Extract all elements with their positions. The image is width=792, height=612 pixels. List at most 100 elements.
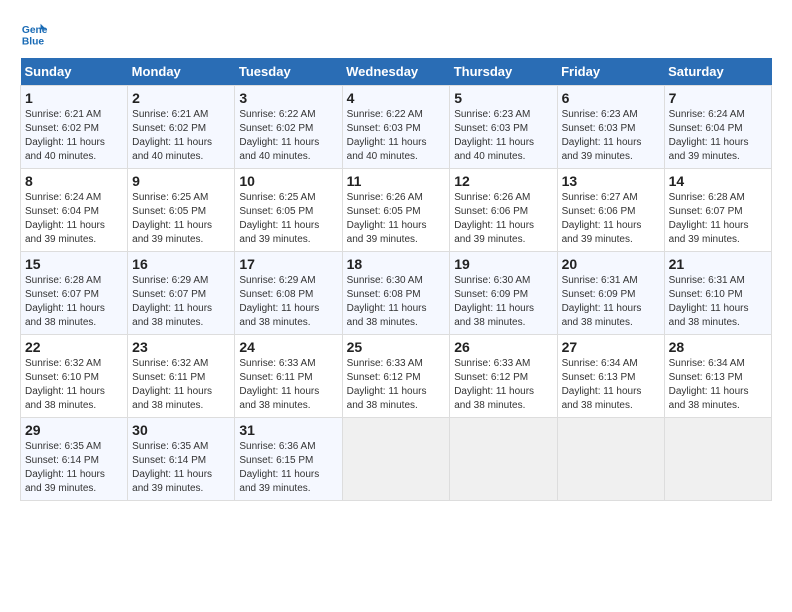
calendar-day-cell: 7 Sunrise: 6:24 AM Sunset: 6:04 PM Daylig…	[664, 86, 771, 169]
day-info: Sunrise: 6:23 AM Sunset: 6:03 PM Dayligh…	[454, 108, 552, 164]
calendar-day-cell: 9Sunrise: 6:25 AM Sunset: 6:05 PM Daylig…	[128, 169, 235, 252]
logo-icon: General Blue	[20, 20, 48, 48]
calendar-day-cell: 19Sunrise: 6:30 AM Sunset: 6:09 PM Dayli…	[450, 252, 557, 335]
day-number: 30	[132, 422, 230, 438]
day-info: Sunrise: 6:35 AM Sunset: 6:14 PM Dayligh…	[132, 440, 230, 496]
header-cell-sunday: Sunday	[21, 58, 128, 86]
calendar-day-cell: 28 Sunrise: 6:34 AM Sunset: 6:13 PM Dayli…	[664, 335, 771, 418]
calendar-week-row: 29 Sunrise: 6:35 AM Sunset: 6:14 PM Dayli…	[21, 418, 772, 501]
day-number: 25	[347, 339, 446, 355]
calendar-week-row: 22 Sunrise: 6:32 AM Sunset: 6:10 PM Dayli…	[21, 335, 772, 418]
day-number: 3	[239, 90, 337, 106]
day-info: Sunrise: 6:23 AM Sunset: 6:03 PM Dayligh…	[562, 108, 660, 164]
day-number: 17	[239, 256, 337, 272]
day-info: Sunrise: 6:26 AM Sunset: 6:06 PM Dayligh…	[454, 191, 552, 247]
day-info: Sunrise: 6:34 AM Sunset: 6:13 PM Dayligh…	[562, 357, 660, 413]
calendar-day-cell: 18 Sunrise: 6:30 AM Sunset: 6:08 PM Dayli…	[342, 252, 450, 335]
empty-cell	[664, 418, 771, 501]
calendar-day-cell: 10Sunrise: 6:25 AM Sunset: 6:05 PM Dayli…	[235, 169, 342, 252]
empty-cell	[450, 418, 557, 501]
day-number: 8	[25, 173, 123, 189]
header-cell-saturday: Saturday	[664, 58, 771, 86]
calendar-day-cell: 22 Sunrise: 6:32 AM Sunset: 6:10 PM Dayli…	[21, 335, 128, 418]
calendar-week-row: 15 Sunrise: 6:28 AM Sunset: 6:07 PM Dayli…	[21, 252, 772, 335]
header-row: SundayMondayTuesdayWednesdayThursdayFrid…	[21, 58, 772, 86]
day-info: Sunrise: 6:24 AM Sunset: 6:04 PM Dayligh…	[25, 191, 123, 247]
day-info: Sunrise: 6:25 AM Sunset: 6:05 PM Dayligh…	[239, 191, 337, 247]
day-number: 7	[669, 90, 767, 106]
day-info: Sunrise: 6:34 AM Sunset: 6:13 PM Dayligh…	[669, 357, 767, 413]
day-info: Sunrise: 6:22 AM Sunset: 6:02 PM Dayligh…	[239, 108, 337, 164]
calendar-day-cell: 3 Sunrise: 6:22 AM Sunset: 6:02 PM Daylig…	[235, 86, 342, 169]
day-number: 2	[132, 90, 230, 106]
day-info: Sunrise: 6:31 AM Sunset: 6:09 PM Dayligh…	[562, 274, 660, 330]
day-number: 13	[562, 173, 660, 189]
calendar-day-cell: 15 Sunrise: 6:28 AM Sunset: 6:07 PM Dayli…	[21, 252, 128, 335]
calendar-day-cell: 20 Sunrise: 6:31 AM Sunset: 6:09 PM Dayli…	[557, 252, 664, 335]
header-cell-tuesday: Tuesday	[235, 58, 342, 86]
calendar-day-cell: 5 Sunrise: 6:23 AM Sunset: 6:03 PM Daylig…	[450, 86, 557, 169]
day-info: Sunrise: 6:33 AM Sunset: 6:11 PM Dayligh…	[239, 357, 337, 413]
day-info: Sunrise: 6:33 AM Sunset: 6:12 PM Dayligh…	[347, 357, 446, 413]
day-info: Sunrise: 6:26 AM Sunset: 6:05 PM Dayligh…	[347, 191, 446, 247]
day-info: Sunrise: 6:22 AM Sunset: 6:03 PM Dayligh…	[347, 108, 446, 164]
day-number: 6	[562, 90, 660, 106]
calendar-day-cell: 21Sunrise: 6:31 AM Sunset: 6:10 PM Dayli…	[664, 252, 771, 335]
day-info: Sunrise: 6:30 AM Sunset: 6:08 PM Dayligh…	[347, 274, 446, 330]
calendar-day-cell: 12Sunrise: 6:26 AM Sunset: 6:06 PM Dayli…	[450, 169, 557, 252]
day-number: 27	[562, 339, 660, 355]
header-cell-thursday: Thursday	[450, 58, 557, 86]
day-info: Sunrise: 6:33 AM Sunset: 6:12 PM Dayligh…	[454, 357, 552, 413]
day-number: 24	[239, 339, 337, 355]
day-number: 18	[347, 256, 446, 272]
calendar-day-cell: 2 Sunrise: 6:21 AM Sunset: 6:02 PM Daylig…	[128, 86, 235, 169]
day-info: Sunrise: 6:27 AM Sunset: 6:06 PM Dayligh…	[562, 191, 660, 247]
empty-cell	[342, 418, 450, 501]
day-number: 29	[25, 422, 123, 438]
calendar-day-cell: 11 Sunrise: 6:26 AM Sunset: 6:05 PM Dayli…	[342, 169, 450, 252]
day-info: Sunrise: 6:29 AM Sunset: 6:08 PM Dayligh…	[239, 274, 337, 330]
day-info: Sunrise: 6:28 AM Sunset: 6:07 PM Dayligh…	[669, 191, 767, 247]
calendar-day-cell: 23Sunrise: 6:32 AM Sunset: 6:11 PM Dayli…	[128, 335, 235, 418]
day-number: 31	[239, 422, 337, 438]
header: General Blue	[20, 20, 772, 48]
calendar-day-cell: 8 Sunrise: 6:24 AM Sunset: 6:04 PM Daylig…	[21, 169, 128, 252]
calendar-week-row: 1 Sunrise: 6:21 AM Sunset: 6:02 PM Daylig…	[21, 86, 772, 169]
day-info: Sunrise: 6:21 AM Sunset: 6:02 PM Dayligh…	[132, 108, 230, 164]
calendar-day-cell: 1 Sunrise: 6:21 AM Sunset: 6:02 PM Daylig…	[21, 86, 128, 169]
calendar-day-cell: 30 Sunrise: 6:35 AM Sunset: 6:14 PM Dayli…	[128, 418, 235, 501]
day-number: 15	[25, 256, 123, 272]
calendar-week-row: 8 Sunrise: 6:24 AM Sunset: 6:04 PM Daylig…	[21, 169, 772, 252]
day-number: 4	[347, 90, 446, 106]
day-info: Sunrise: 6:36 AM Sunset: 6:15 PM Dayligh…	[239, 440, 337, 496]
calendar-day-cell: 4 Sunrise: 6:22 AM Sunset: 6:03 PM Daylig…	[342, 86, 450, 169]
calendar-day-cell: 31 Sunrise: 6:36 AM Sunset: 6:15 PM Dayli…	[235, 418, 342, 501]
calendar-day-cell: 6 Sunrise: 6:23 AM Sunset: 6:03 PM Daylig…	[557, 86, 664, 169]
calendar-day-cell: 24 Sunrise: 6:33 AM Sunset: 6:11 PM Dayli…	[235, 335, 342, 418]
day-number: 26	[454, 339, 552, 355]
day-info: Sunrise: 6:24 AM Sunset: 6:04 PM Dayligh…	[669, 108, 767, 164]
calendar-day-cell: 13 Sunrise: 6:27 AM Sunset: 6:06 PM Dayli…	[557, 169, 664, 252]
calendar-day-cell: 29 Sunrise: 6:35 AM Sunset: 6:14 PM Dayli…	[21, 418, 128, 501]
day-info: Sunrise: 6:32 AM Sunset: 6:11 PM Dayligh…	[132, 357, 230, 413]
empty-cell	[557, 418, 664, 501]
day-number: 5	[454, 90, 552, 106]
day-info: Sunrise: 6:21 AM Sunset: 6:02 PM Dayligh…	[25, 108, 123, 164]
day-info: Sunrise: 6:35 AM Sunset: 6:14 PM Dayligh…	[25, 440, 123, 496]
day-number: 22	[25, 339, 123, 355]
day-number: 9	[132, 173, 230, 189]
day-number: 14	[669, 173, 767, 189]
day-number: 28	[669, 339, 767, 355]
header-cell-wednesday: Wednesday	[342, 58, 450, 86]
calendar-table: SundayMondayTuesdayWednesdayThursdayFrid…	[20, 58, 772, 501]
svg-text:General: General	[22, 25, 48, 36]
header-cell-monday: Monday	[128, 58, 235, 86]
day-info: Sunrise: 6:29 AM Sunset: 6:07 PM Dayligh…	[132, 274, 230, 330]
day-info: Sunrise: 6:32 AM Sunset: 6:10 PM Dayligh…	[25, 357, 123, 413]
day-number: 11	[347, 173, 446, 189]
calendar-day-cell: 27 Sunrise: 6:34 AM Sunset: 6:13 PM Dayli…	[557, 335, 664, 418]
day-number: 20	[562, 256, 660, 272]
day-number: 19	[454, 256, 552, 272]
day-number: 1	[25, 90, 123, 106]
day-info: Sunrise: 6:28 AM Sunset: 6:07 PM Dayligh…	[25, 274, 123, 330]
